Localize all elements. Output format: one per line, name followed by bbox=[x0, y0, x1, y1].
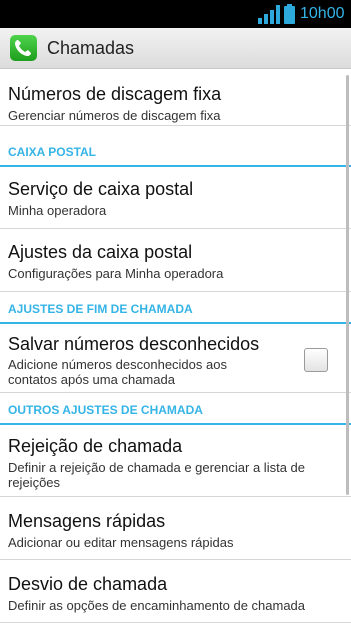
item-title: Rejeição de chamada bbox=[8, 436, 183, 456]
item-title: Salvar números desconhecidos bbox=[8, 334, 260, 354]
item-subtitle: contatos após uma chamada bbox=[8, 372, 175, 387]
item-title: Mensagens rápidas bbox=[8, 511, 166, 531]
battery-icon bbox=[284, 4, 295, 24]
voicemail-section-header: CAIXA POSTAL bbox=[0, 140, 351, 167]
item-title: Ajustes da caixa postal bbox=[8, 242, 193, 262]
section-header-label: AJUSTES DE FIM DE CHAMADA bbox=[8, 302, 193, 316]
item-subtitle: Adicione números desconhecidos aos bbox=[8, 357, 227, 372]
item-subtitle: Definir as opções de encaminhamento de c… bbox=[8, 598, 306, 613]
other-call-settings-header: OUTROS AJUSTES DE CHAMADA bbox=[0, 398, 351, 425]
item-subtitle: rejeições bbox=[8, 475, 61, 490]
voicemail-service-item[interactable]: Serviço de caixa postal Minha operadora bbox=[0, 167, 351, 229]
save-unknown-checkbox[interactable] bbox=[304, 348, 328, 372]
item-subtitle: Configurações para Minha operadora bbox=[8, 266, 224, 281]
signal-bars-icon bbox=[258, 5, 280, 24]
section-header-label: OUTROS AJUSTES DE CHAMADA bbox=[8, 403, 203, 417]
save-unknown-numbers-item[interactable]: Salvar números desconhecidos Adicione nú… bbox=[0, 324, 351, 393]
action-bar: Chamadas bbox=[0, 28, 351, 69]
section-header-label: CAIXA POSTAL bbox=[8, 145, 97, 159]
page-title: Chamadas bbox=[47, 38, 135, 58]
end-call-section-header: AJUSTES DE FIM DE CHAMADA bbox=[0, 297, 351, 324]
phone-icon[interactable] bbox=[10, 35, 37, 61]
item-title: Serviço de caixa postal bbox=[8, 179, 194, 199]
fixed-dialing-item[interactable]: Números de discagem fixa Gerenciar númer… bbox=[0, 69, 351, 126]
voicemail-settings-item[interactable]: Ajustes da caixa postal Configurações pa… bbox=[0, 229, 351, 292]
status-bar: 10h00 bbox=[0, 0, 351, 28]
item-title: Números de discagem fixa bbox=[8, 84, 222, 104]
call-rejection-item[interactable]: Rejeição de chamada Definir a rejeição d… bbox=[0, 425, 351, 497]
quick-messages-item[interactable]: Mensagens rápidas Adicionar ou editar me… bbox=[0, 497, 351, 560]
item-title: Desvio de chamada bbox=[8, 574, 168, 594]
item-subtitle: Adicionar ou editar mensagens rápidas bbox=[8, 535, 234, 550]
clock: 10h00 bbox=[300, 5, 345, 22]
scrollbar[interactable] bbox=[346, 75, 349, 495]
item-subtitle: Gerenciar números de discagem fixa bbox=[8, 108, 221, 123]
item-subtitle: Minha operadora bbox=[8, 203, 107, 218]
item-subtitle: Definir a rejeição de chamada e gerencia… bbox=[8, 460, 306, 475]
call-forwarding-item[interactable]: Desvio de chamada Definir as opções de e… bbox=[0, 560, 351, 623]
